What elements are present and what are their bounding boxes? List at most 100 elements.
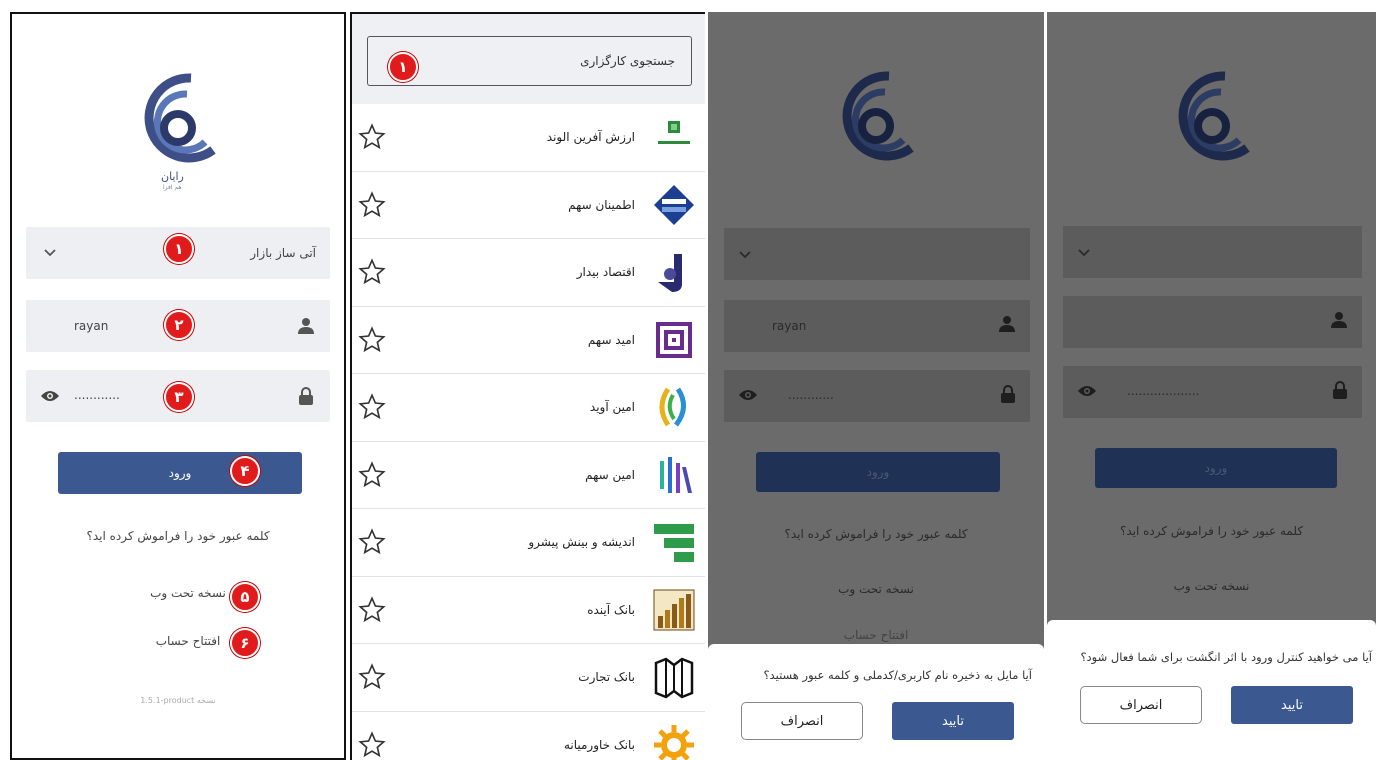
fingerprint-screen: ................... ورود کلمه عبور خود ر… bbox=[1047, 12, 1376, 760]
eye-icon[interactable] bbox=[738, 387, 758, 406]
star-icon[interactable] bbox=[358, 326, 386, 354]
password-field[interactable]: ............ bbox=[724, 370, 1030, 422]
broker-select[interactable] bbox=[724, 228, 1030, 280]
broker-row[interactable]: بانک خاورمیانه bbox=[352, 711, 705, 760]
broker-name: بانک آینده bbox=[587, 602, 635, 617]
fingerprint-dialog: آیا می خواهید کنترل ورود با اثر انگشت بر… bbox=[1047, 620, 1376, 760]
broker-name: بانک تجارت bbox=[578, 670, 635, 685]
broker-row[interactable]: امید سهم bbox=[352, 306, 705, 374]
bank-ayandeh-logo-icon bbox=[651, 587, 697, 633]
chevron-down-icon bbox=[40, 243, 60, 263]
star-icon[interactable] bbox=[358, 461, 386, 489]
username-field[interactable]: rayan bbox=[724, 300, 1030, 352]
cancel-button[interactable]: انصراف bbox=[741, 702, 863, 740]
step-badge-2: ۲ bbox=[164, 310, 194, 340]
login-button[interactable]: ورود bbox=[1095, 448, 1337, 488]
broker-name: امین سهم bbox=[585, 467, 635, 482]
login-screen: رایان هم افزا آتی ساز بازار rayan ......… bbox=[10, 12, 346, 760]
step-badge-3: ۳ bbox=[164, 382, 194, 412]
broker-row[interactable]: اندیشه و بینش پیشرو bbox=[352, 509, 705, 577]
chevron-down-icon bbox=[1077, 243, 1091, 262]
broker-name: امید سهم bbox=[587, 332, 635, 347]
broker-name: بانک خاورمیانه bbox=[563, 737, 635, 752]
step-badge-6: ۶ bbox=[230, 628, 260, 658]
broker-list: ارزش آفرین الوند اطمینان سهم اقتصاد بیدا… bbox=[352, 104, 705, 760]
broker-row[interactable]: اطمینان سهم bbox=[352, 171, 705, 239]
step-badge-1: ۱ bbox=[388, 52, 418, 82]
bank-tejarat-logo-icon bbox=[651, 654, 697, 700]
cancel-button[interactable]: انصراف bbox=[1080, 686, 1202, 724]
forgot-password-link[interactable]: کلمه عبور خود را فراموش کرده اید؟ bbox=[708, 527, 1044, 541]
broker-select-value: آتی ساز بازار bbox=[250, 246, 316, 260]
version-label: 1.5.1-product نسخه bbox=[140, 696, 216, 705]
amin-sahm-logo-icon bbox=[651, 452, 697, 498]
broker-row[interactable]: امین سهم bbox=[352, 441, 705, 509]
svg-text:رایان: رایان bbox=[161, 170, 184, 183]
broker-row[interactable]: ارزش آفرین الوند bbox=[352, 104, 705, 172]
svg-text:هم افزا: هم افزا bbox=[163, 184, 182, 191]
star-icon[interactable] bbox=[358, 123, 386, 151]
user-icon bbox=[998, 315, 1016, 337]
dialog-question: آیا مایل به ذخیره نام کاربری/کدملی و کلم… bbox=[763, 668, 1032, 682]
login-button[interactable]: ورود bbox=[756, 452, 1000, 492]
eghtesad-bidar-logo-icon bbox=[651, 249, 697, 295]
star-icon[interactable] bbox=[358, 258, 386, 286]
lock-icon bbox=[1332, 381, 1348, 403]
broker-name: اقتصاد بیدار bbox=[576, 265, 635, 280]
password-value: ................... bbox=[1127, 384, 1200, 398]
confirm-button[interactable]: تایید bbox=[1231, 686, 1353, 724]
web-version-link[interactable]: نسخه تحت وب bbox=[12, 586, 344, 600]
eye-icon[interactable] bbox=[40, 386, 60, 406]
dialog-question: آیا می خواهید کنترل ورود با اثر انگشت بر… bbox=[1080, 650, 1372, 664]
star-icon[interactable] bbox=[358, 528, 386, 556]
broker-name: امین آوید bbox=[589, 400, 635, 415]
etminan-sahm-logo-icon bbox=[651, 182, 697, 228]
username-value: rayan bbox=[772, 319, 807, 333]
username-field[interactable] bbox=[1063, 296, 1362, 348]
rayan-logo bbox=[1178, 71, 1250, 161]
broker-row[interactable]: بانک تجارت bbox=[352, 644, 705, 712]
user-icon bbox=[296, 316, 316, 336]
amin-avid-logo-icon bbox=[651, 384, 697, 430]
password-value: ............ bbox=[74, 388, 120, 402]
forgot-password-link[interactable]: کلمه عبور خود را فراموش کرده اید؟ bbox=[1047, 524, 1376, 538]
step-badge-1: ۱ bbox=[164, 234, 194, 264]
star-icon[interactable] bbox=[358, 393, 386, 421]
forgot-password-link[interactable]: کلمه عبور خود را فراموش کرده اید؟ bbox=[12, 529, 344, 543]
broker-row[interactable]: اقتصاد بیدار bbox=[352, 239, 705, 307]
open-account-link[interactable]: افتتاح حساب bbox=[12, 634, 344, 648]
bank-khavarmianeh-logo-icon bbox=[651, 722, 697, 760]
broker-name: اندیشه و بینش پیشرو bbox=[528, 535, 635, 550]
step-badge-5: ۵ bbox=[230, 582, 260, 612]
star-icon[interactable] bbox=[358, 663, 386, 691]
rayan-logo: رایان هم افزا bbox=[144, 73, 216, 191]
lock-icon bbox=[1000, 385, 1016, 407]
step-badge-4: ۴ bbox=[230, 456, 260, 486]
confirm-button[interactable]: تایید bbox=[892, 702, 1014, 740]
save-credentials-dialog: آیا مایل به ذخیره نام کاربری/کدملی و کلم… bbox=[708, 644, 1044, 760]
broker-name: اطمینان سهم bbox=[568, 197, 635, 212]
user-icon bbox=[1330, 311, 1348, 333]
rayan-logo bbox=[842, 71, 914, 161]
arzesh-afarin-logo-icon bbox=[651, 114, 697, 160]
password-field[interactable]: ................... bbox=[1063, 366, 1362, 418]
star-icon[interactable] bbox=[358, 731, 386, 759]
login-button[interactable]: ورود bbox=[58, 452, 302, 494]
broker-select[interactable] bbox=[1063, 226, 1362, 278]
username-value: rayan bbox=[74, 319, 109, 333]
chevron-down-icon bbox=[738, 245, 752, 264]
star-icon[interactable] bbox=[358, 191, 386, 219]
eye-icon[interactable] bbox=[1077, 383, 1097, 402]
web-version-link[interactable]: نسخه تحت وب bbox=[708, 582, 1044, 596]
broker-row[interactable]: بانک آینده bbox=[352, 576, 705, 644]
lock-icon bbox=[296, 386, 316, 406]
andishe-binesh-logo-icon bbox=[651, 519, 697, 565]
save-credentials-screen: rayan ............ ورود کلمه عبور خود را… bbox=[708, 12, 1044, 760]
web-version-link[interactable]: نسخه تحت وب bbox=[1047, 579, 1376, 593]
broker-name: ارزش آفرین الوند bbox=[546, 130, 635, 145]
broker-row[interactable]: امین آوید bbox=[352, 374, 705, 442]
broker-list-screen: جستجوی کارگزاری ۱ ارزش آفرین الوند اطمین… bbox=[350, 12, 705, 760]
star-icon[interactable] bbox=[358, 596, 386, 624]
password-value: ............ bbox=[788, 388, 834, 402]
open-account-link[interactable]: افتتاح حساب bbox=[708, 628, 1044, 642]
